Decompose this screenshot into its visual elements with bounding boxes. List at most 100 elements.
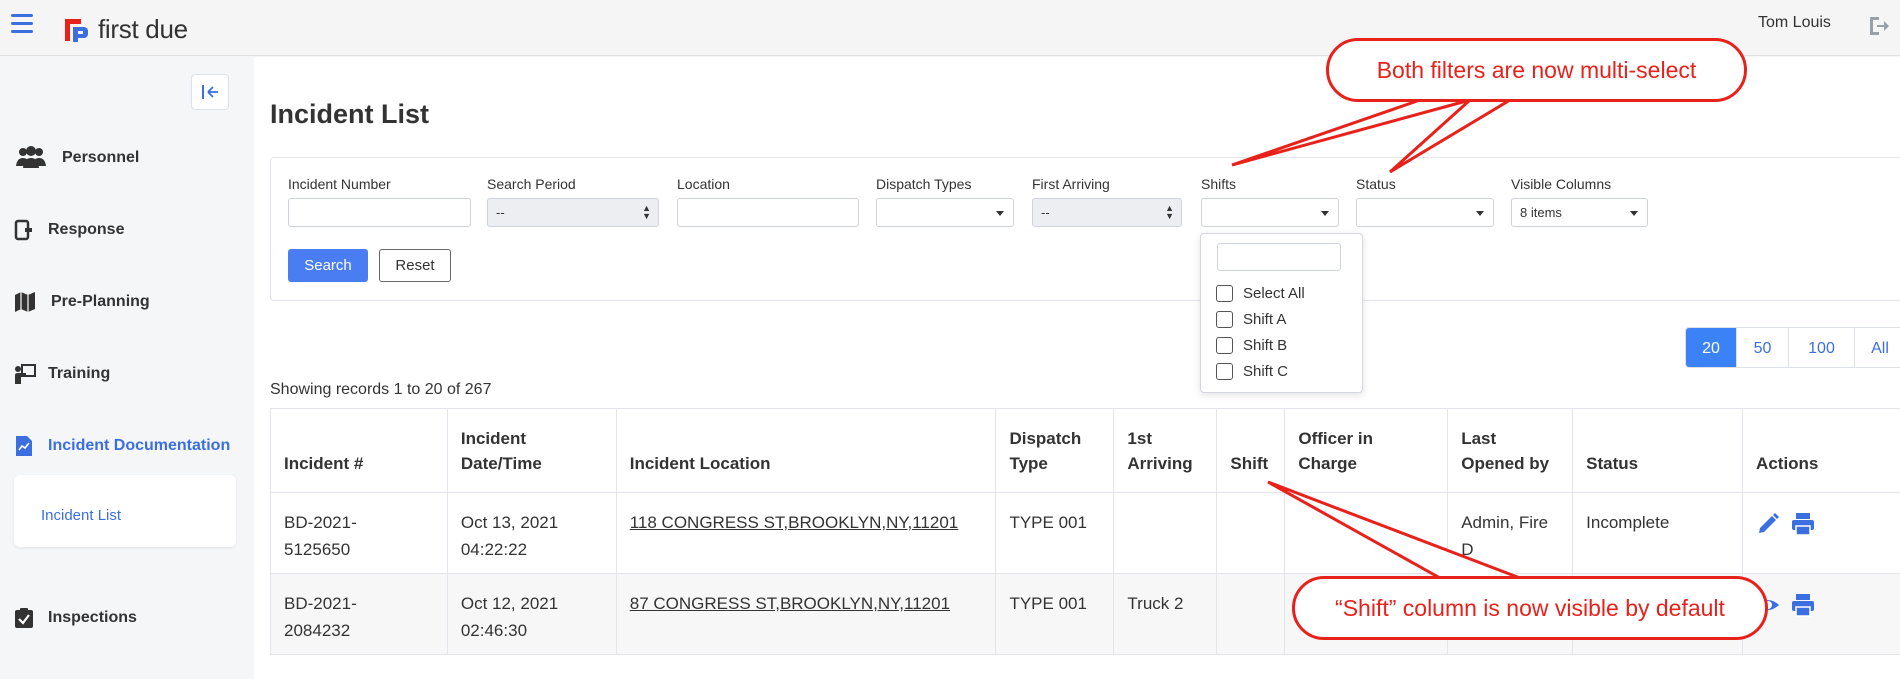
option-label: Shift A: [1243, 311, 1287, 328]
training-icon: [14, 361, 48, 387]
shifts-search-input[interactable]: [1217, 243, 1341, 271]
caret-down-icon: [1476, 211, 1484, 216]
column-header-date-time[interactable]: Incident Date/Time: [446, 408, 617, 493]
first-due-logo-icon: [65, 18, 88, 42]
reset-button[interactable]: Reset: [379, 249, 451, 282]
sidebar-item-inspections[interactable]: Inspections: [14, 605, 137, 631]
search-button[interactable]: Search: [288, 249, 368, 282]
filter-search-period: Search Period -- ▲ ▼: [487, 176, 659, 227]
cell-actions: [1742, 492, 1900, 574]
filter-visible-columns: Visible Columns 8 items: [1511, 176, 1648, 227]
sidebar-item-label: Incident Documentation: [48, 437, 231, 454]
page-size-100[interactable]: 100: [1789, 328, 1855, 367]
select-value: 8 items: [1520, 205, 1562, 220]
response-icon: [14, 217, 48, 243]
cell-officer: [1284, 492, 1449, 574]
location-link[interactable]: 87 CONGRESS ST,BROOKLYN,NY,11201: [630, 594, 950, 613]
cell-first-arriving: Truck 2: [1113, 573, 1218, 655]
sidebar-item-label: Personnel: [62, 149, 140, 166]
option-label: Shift B: [1243, 337, 1288, 354]
shift-option-select-all[interactable]: Select All: [1216, 285, 1305, 302]
cell-incident-number: BD-2021- 2084232: [270, 573, 448, 655]
column-header-status[interactable]: Status: [1572, 408, 1744, 493]
shifts-multiselect[interactable]: [1201, 198, 1339, 227]
page-size-all[interactable]: All: [1855, 328, 1900, 367]
cell-status: Incomplete: [1572, 492, 1744, 574]
shift-option-c[interactable]: Shift C: [1216, 363, 1288, 380]
document-icon: [14, 433, 48, 459]
sidebar-subitem-incident-list[interactable]: Incident List: [41, 507, 121, 524]
cell-location: 118 CONGRESS ST,BROOKLYN,NY,11201: [615, 492, 997, 574]
page-size-50[interactable]: 50: [1737, 328, 1789, 367]
sidebar-item-label: Inspections: [48, 609, 137, 626]
filter-label: Status: [1356, 176, 1396, 192]
incident-number-input[interactable]: [288, 198, 471, 227]
updown-arrows-icon: ▲ ▼: [642, 203, 651, 221]
collapse-left-icon: [202, 85, 218, 99]
updown-arrows-icon: ▲ ▼: [1165, 203, 1174, 221]
checkbox[interactable]: [1216, 285, 1233, 302]
status-multiselect[interactable]: [1356, 198, 1494, 227]
cell-dispatch-type: TYPE 001: [995, 492, 1115, 574]
filter-label: Shifts: [1201, 176, 1237, 192]
cell-last-opened: Admin, Fire D: [1447, 492, 1574, 574]
cell-date-time: Oct 13, 2021 04:22:22: [446, 492, 617, 574]
caret-down-icon: [1321, 211, 1329, 216]
edit-pencil-icon[interactable]: [1756, 512, 1780, 536]
first-arriving-select[interactable]: -- ▲ ▼: [1032, 198, 1182, 227]
search-period-select[interactable]: -- ▲ ▼: [487, 198, 659, 227]
column-header-shift[interactable]: Shift: [1216, 408, 1286, 493]
hamburger-menu-icon[interactable]: [11, 14, 33, 36]
brand-logo[interactable]: first due: [62, 14, 188, 45]
cell-shift: [1216, 573, 1286, 655]
map-icon: [14, 289, 48, 315]
user-name[interactable]: Tom Louis: [1758, 14, 1831, 32]
location-input[interactable]: [677, 198, 859, 227]
sidebar-item-response[interactable]: Response: [14, 217, 124, 243]
column-header-dispatch-type[interactable]: Dispatch Type: [995, 408, 1115, 493]
people-icon: [14, 145, 48, 171]
sidebar-item-training[interactable]: Training: [14, 361, 110, 387]
cell-shift: [1216, 492, 1286, 574]
checkbox[interactable]: [1216, 363, 1233, 380]
print-icon[interactable]: [1791, 593, 1815, 617]
filter-status: Status: [1356, 176, 1494, 227]
caret-down-icon: [1630, 211, 1638, 216]
shifts-dropdown-menu: Select All Shift A Shift B Shift C: [1200, 233, 1363, 393]
location-link[interactable]: 118 CONGRESS ST,BROOKLYN,NY,11201: [630, 513, 959, 532]
filter-dispatch-types: Dispatch Types: [876, 176, 1014, 227]
checkbox[interactable]: [1216, 337, 1233, 354]
logout-icon[interactable]: [1866, 14, 1890, 38]
page-size-selector: 20 50 100 All: [1685, 327, 1900, 368]
column-header-officer[interactable]: Officer in Charge: [1284, 408, 1449, 493]
incident-documentation-submenu: Incident List: [14, 475, 236, 547]
annotation-callout-filters: Both filters are now multi-select: [1326, 38, 1747, 102]
records-count: Showing records 1 to 20 of 267: [270, 381, 492, 398]
sidebar-item-personnel[interactable]: Personnel: [14, 145, 139, 171]
table-header-row: Incident # Incident Date/Time Incident Lo…: [270, 408, 1900, 493]
dispatch-types-select[interactable]: [876, 198, 1014, 227]
page-size-20[interactable]: 20: [1686, 328, 1737, 367]
collapse-sidebar-button[interactable]: [191, 74, 229, 110]
sidebar-item-pre-planning[interactable]: Pre-Planning: [14, 289, 150, 315]
brand-name: first due: [98, 14, 188, 44]
print-icon[interactable]: [1791, 512, 1815, 536]
option-label: Select All: [1243, 285, 1305, 302]
column-header-first-arriving[interactable]: 1st Arriving: [1113, 408, 1218, 493]
checkbox[interactable]: [1216, 311, 1233, 328]
filter-label: Location: [677, 176, 730, 192]
column-header-location[interactable]: Incident Location: [615, 408, 997, 493]
sidebar-item-label: Response: [48, 221, 125, 238]
filter-panel: Incident Number Search Period -- ▲ ▼ Loca…: [270, 157, 1900, 301]
column-header-last-opened[interactable]: Last Opened by: [1447, 408, 1574, 493]
option-label: Shift C: [1243, 363, 1289, 380]
column-header-incident-number[interactable]: Incident #: [270, 408, 448, 493]
shift-option-b[interactable]: Shift B: [1216, 337, 1287, 354]
filter-incident-number: Incident Number: [288, 176, 471, 227]
visible-columns-select[interactable]: 8 items: [1511, 198, 1648, 227]
sidebar-item-label: Training: [48, 365, 111, 382]
sidebar: Personnel Response Pre-Planning Training…: [0, 57, 254, 679]
sidebar-item-incident-documentation[interactable]: Incident Documentation: [14, 433, 230, 459]
shift-option-a[interactable]: Shift A: [1216, 311, 1286, 328]
filter-first-arriving: First Arriving -- ▲ ▼: [1032, 176, 1182, 227]
